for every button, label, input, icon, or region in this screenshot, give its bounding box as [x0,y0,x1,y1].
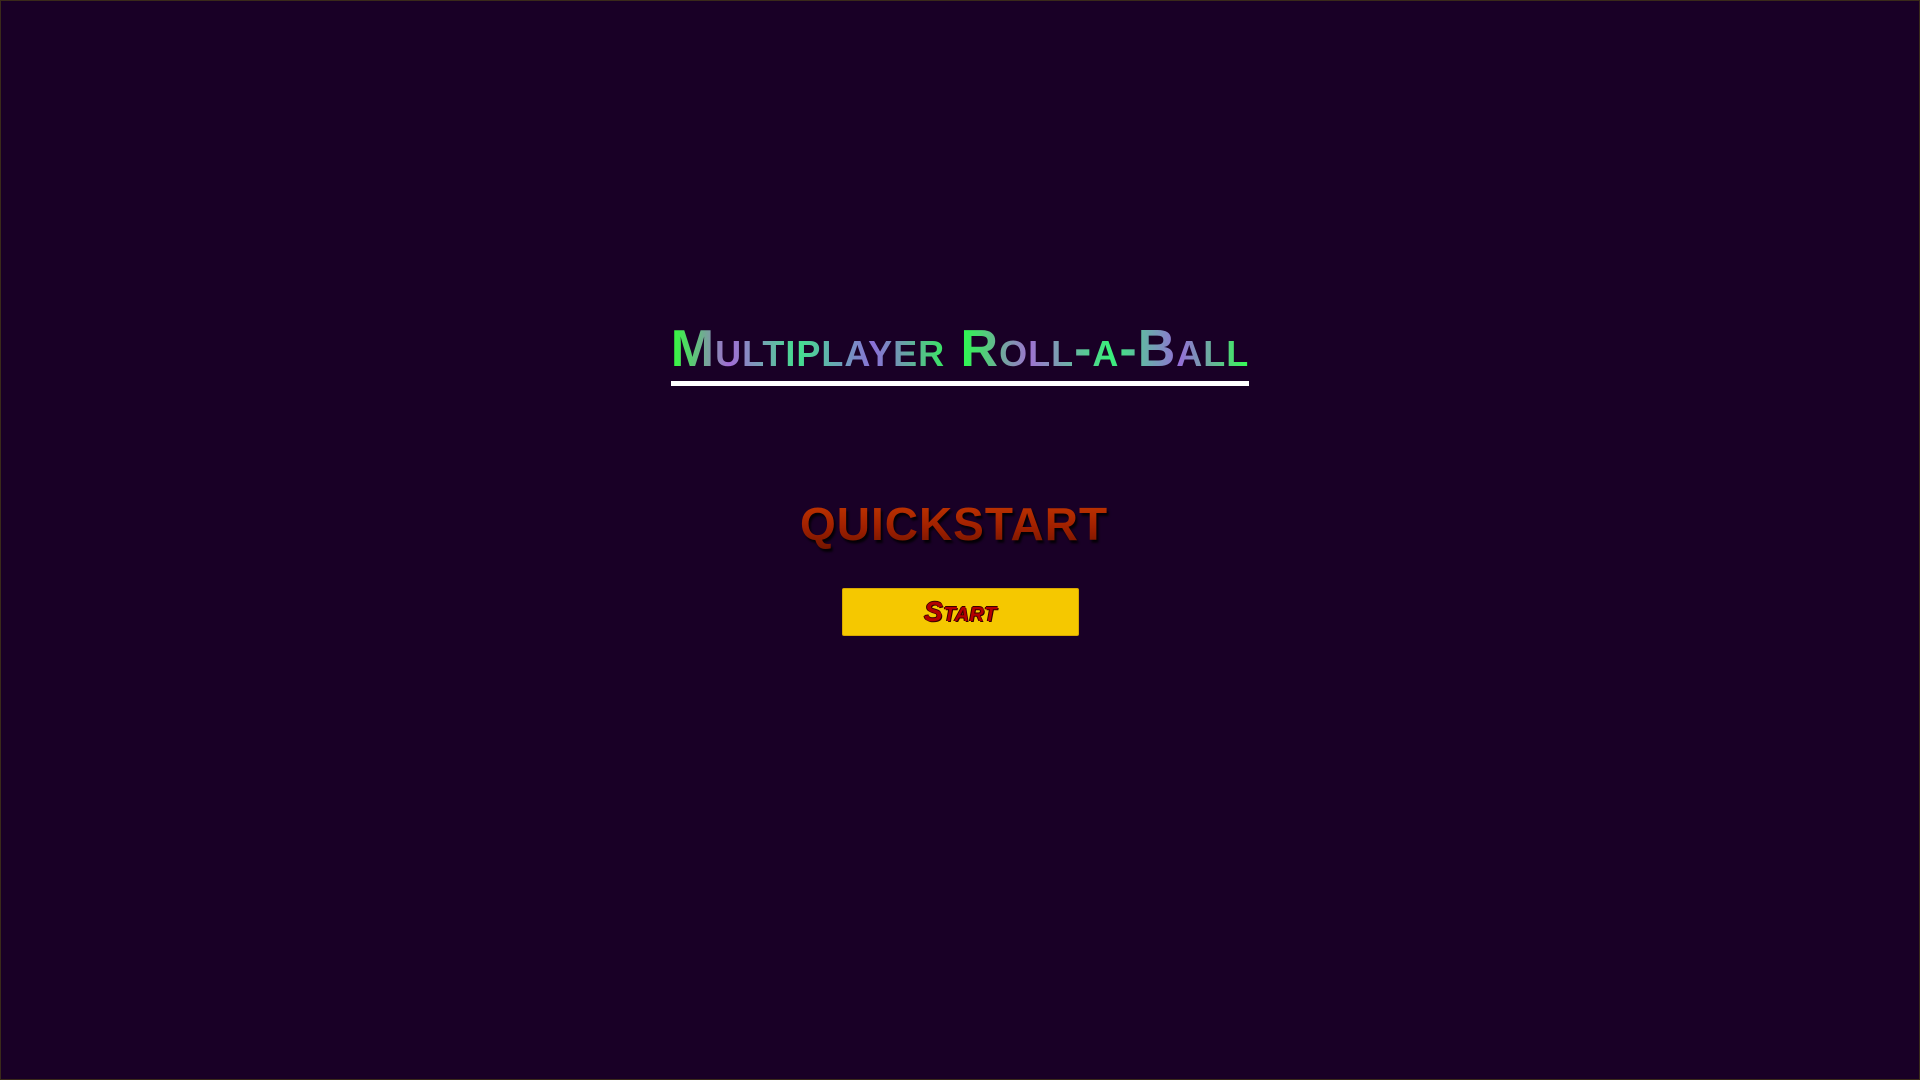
start-button-label: Start [924,596,997,627]
main-menu-screen: Multiplayer Roll-a-Ball QUICKSTART Start [0,0,1920,1080]
game-title: Multiplayer Roll-a-Ball [670,319,1250,386]
quickstart-heading: QUICKSTART [799,498,1109,550]
start-button[interactable]: Start [842,588,1079,636]
title-container: Multiplayer Roll-a-Ball [1,319,1919,386]
quickstart-heading-container: QUICKSTART [1,497,1919,551]
